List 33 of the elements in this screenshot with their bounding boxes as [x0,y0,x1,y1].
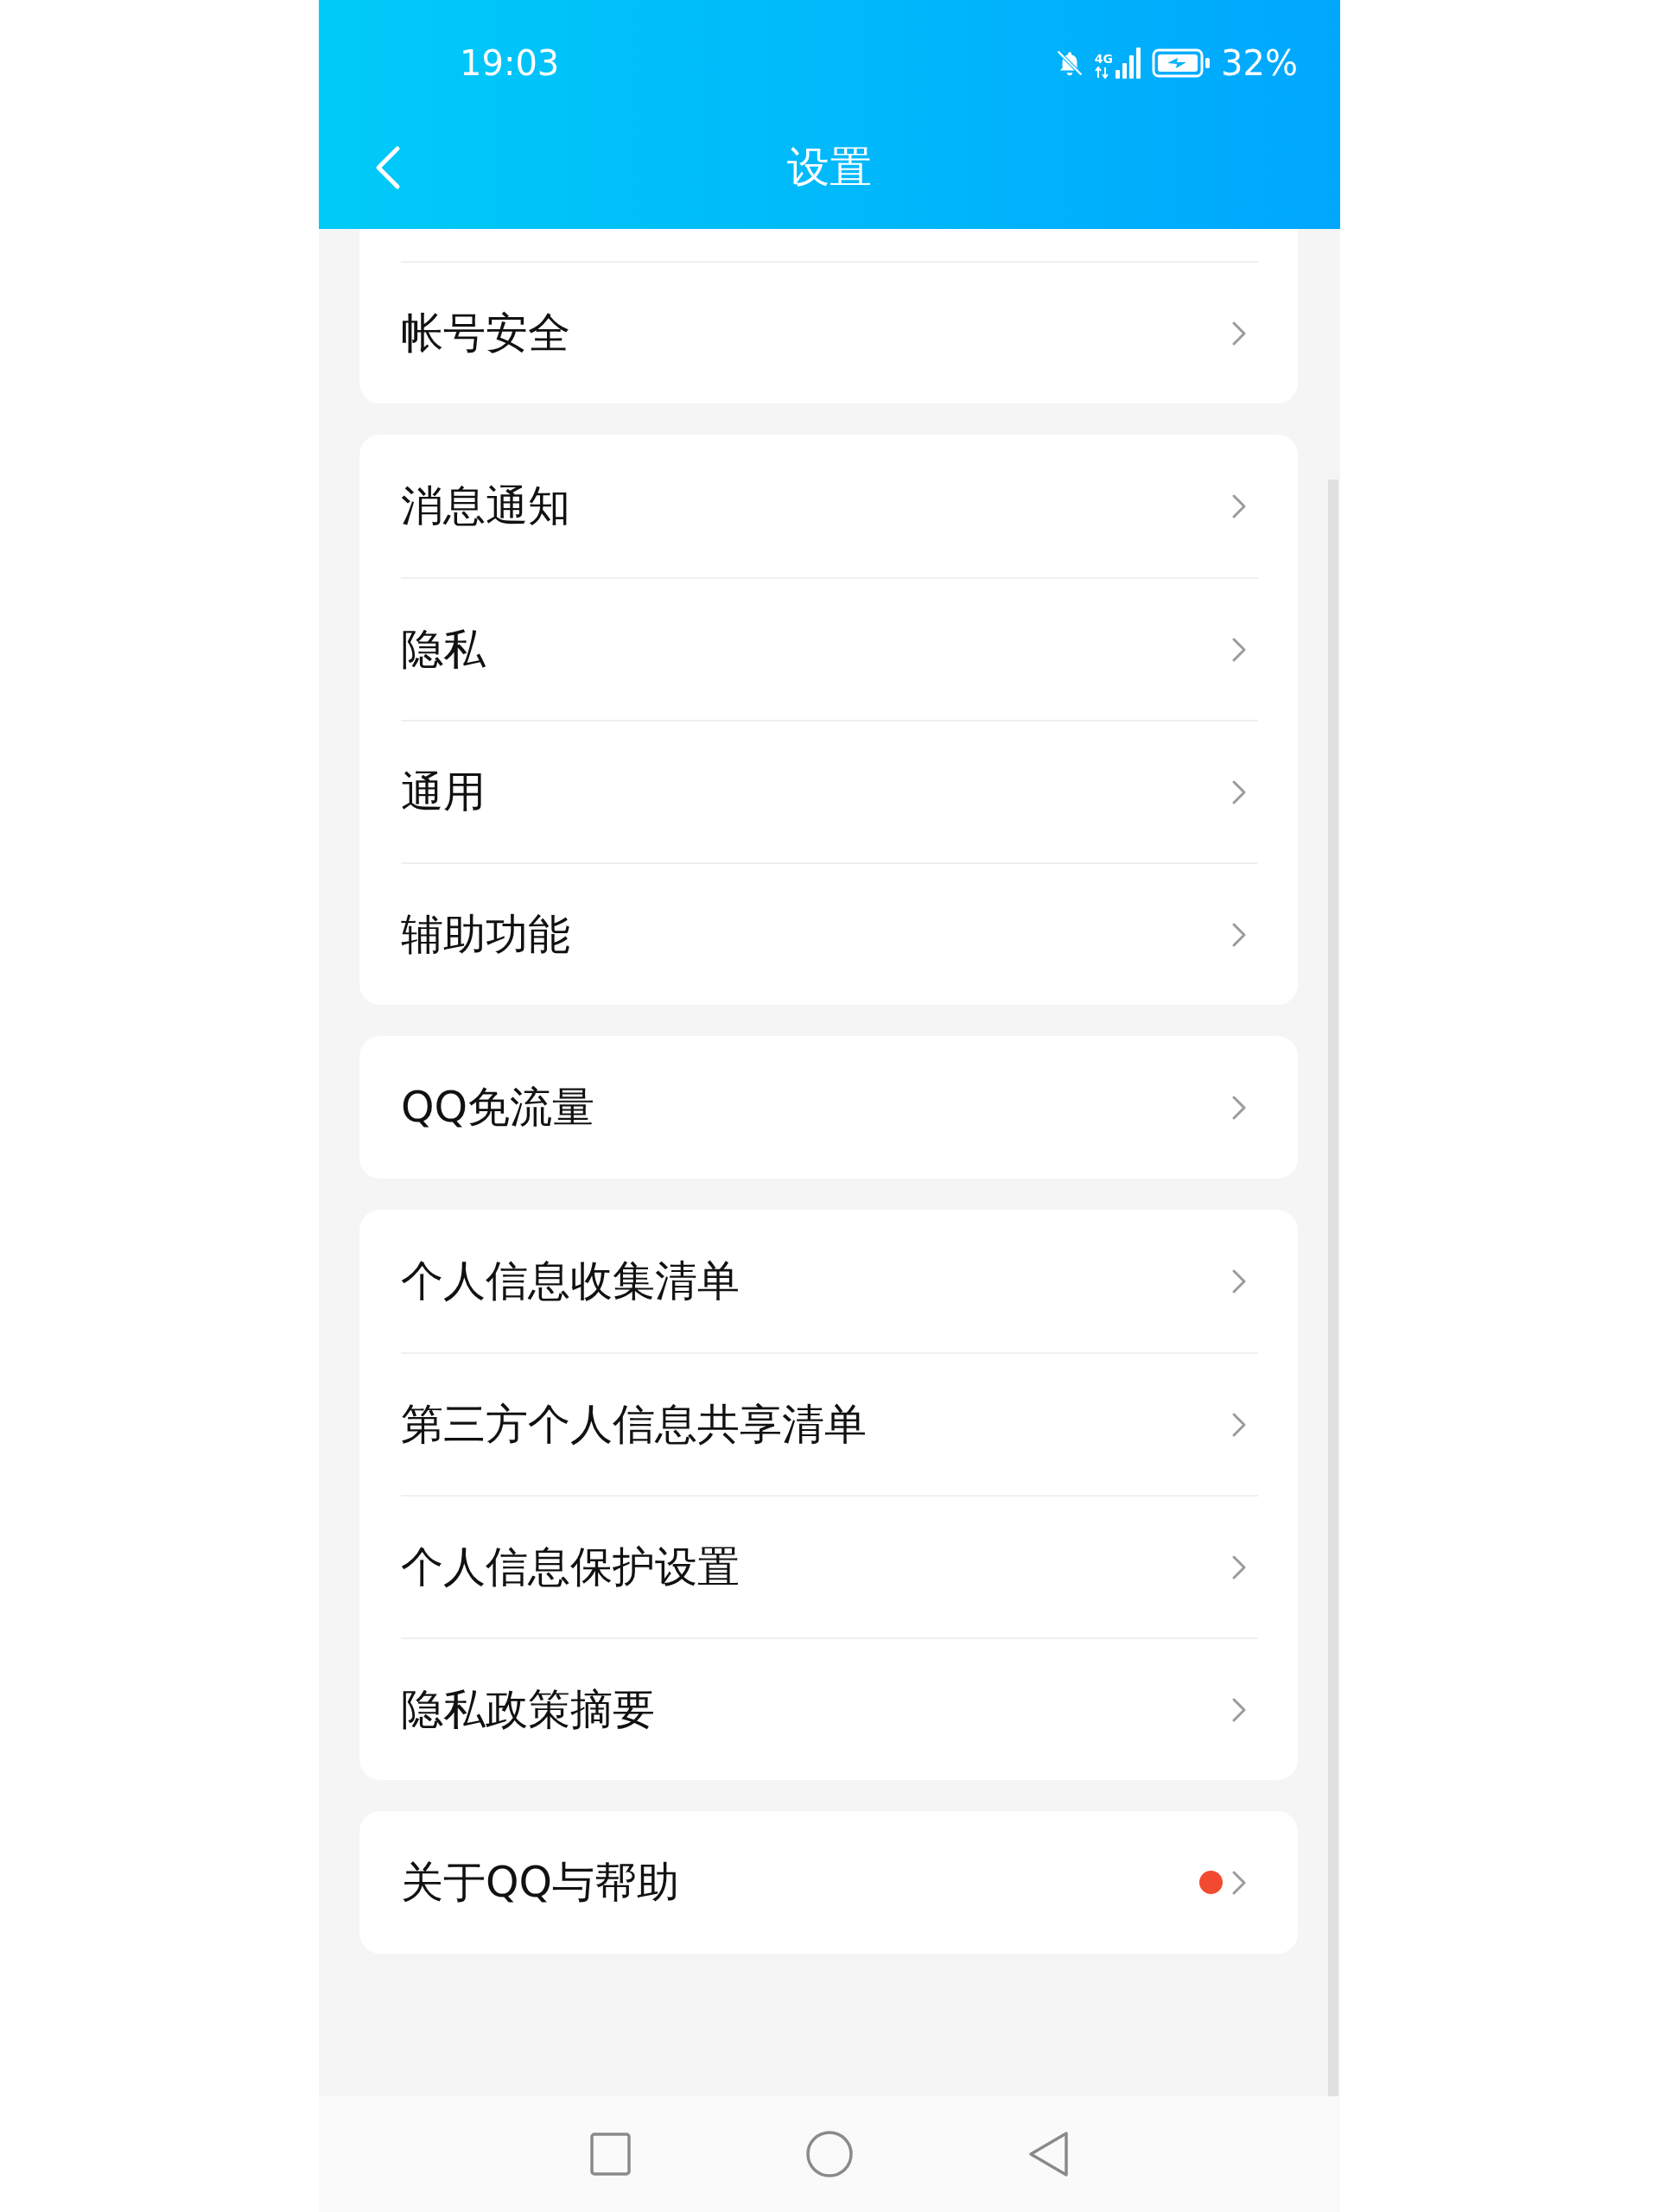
chevron-right-icon [1231,1411,1247,1438]
chevron-right-icon [1231,636,1247,663]
battery-charging-icon [1152,48,1211,78]
chevron-right-icon [1231,493,1247,519]
settings-menu-item[interactable]: 隐私 [401,577,1258,720]
settings-menu-item[interactable]: 第三方个人信息共享清单 [401,1352,1258,1495]
settings-menu-item[interactable]: 个人信息保护设置 [401,1495,1258,1637]
settings-menu-item[interactable]: QQ免流量 [401,1036,1258,1179]
circle-icon[interactable] [806,2131,853,2177]
settings-menu-item[interactable]: 帐号安全 [401,261,1258,404]
chevron-right-icon [1231,1094,1247,1121]
settings-menu-item[interactable]: 隐私政策摘要 [401,1637,1258,1780]
data-arrows-icon [1094,67,1109,79]
chevron-right-icon [1231,1696,1247,1723]
chevron-right-icon [1231,779,1247,805]
back-triangle-icon[interactable] [1028,2131,1069,2177]
battery-percent: 32% [1221,46,1298,80]
chevron-right-icon [1231,1869,1247,1896]
settings-menu-item[interactable]: 通用 [401,720,1258,862]
square-icon[interactable] [590,2133,631,2176]
chevron-right-icon [1231,921,1247,948]
chevron-right-icon [1231,320,1247,346]
scrollbar-thumb[interactable] [1328,480,1338,2096]
chevron-right-icon [1231,1554,1247,1580]
status-time: 19:03 [460,46,560,80]
page-title: 设置 [787,146,872,188]
network-type-label: 4G [1094,53,1114,65]
signal-bars-icon [1116,48,1142,79]
settings-menu-item[interactable]: 个人信息收集清单 [401,1210,1258,1352]
settings-menu-item[interactable]: 消息通知 [401,435,1258,577]
settings-menu-item[interactable]: 关于QQ与帮助 [401,1811,1258,1954]
settings-menu-item[interactable]: 辅助功能 [401,862,1258,1005]
chevron-right-icon [1231,1268,1247,1294]
